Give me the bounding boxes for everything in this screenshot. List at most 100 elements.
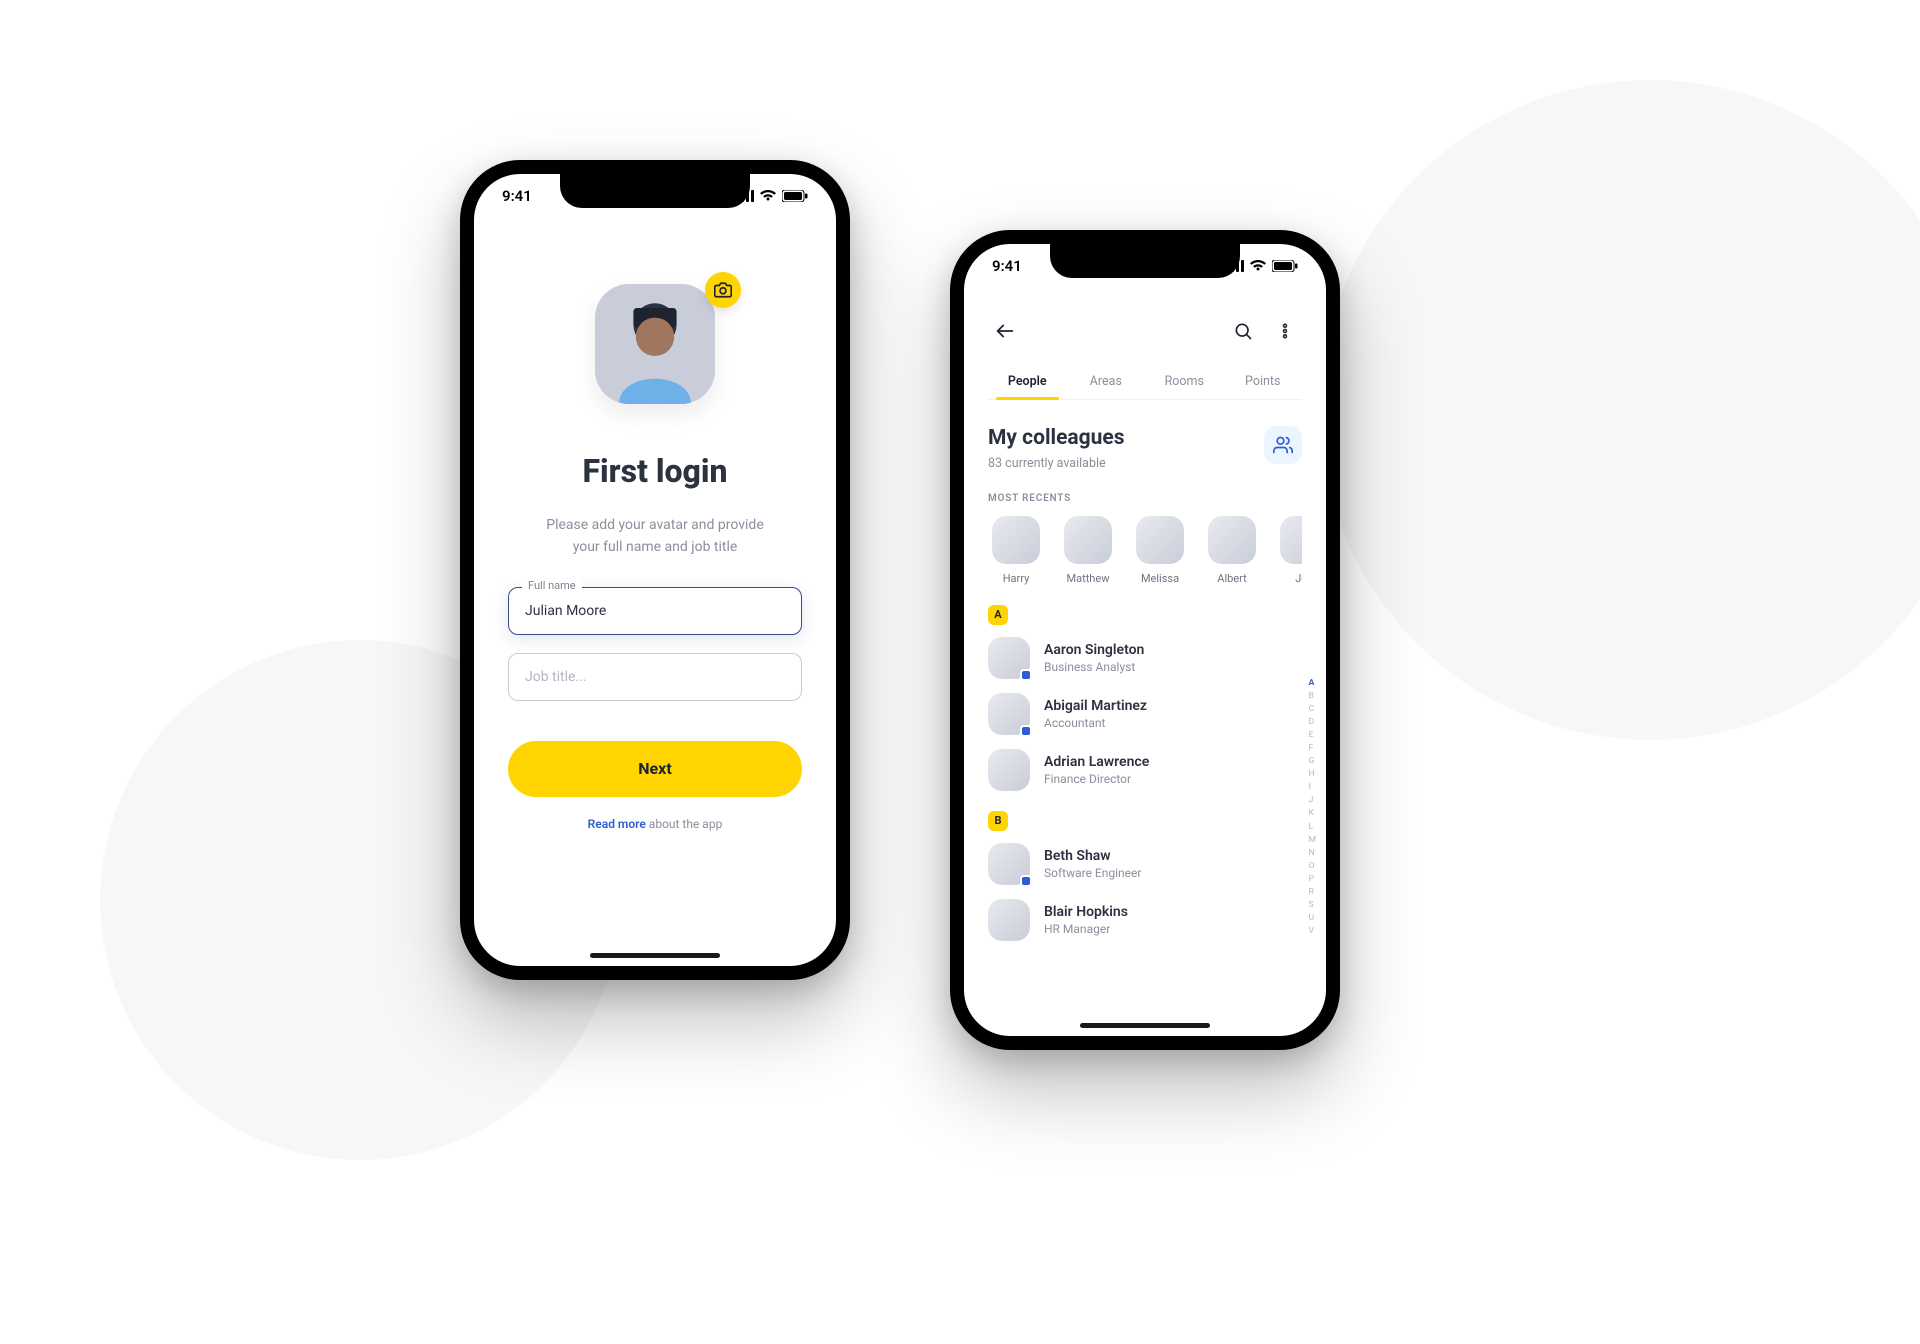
login-subtitle: Please add your avatar and provide your … bbox=[546, 514, 764, 559]
next-button[interactable]: Next bbox=[508, 741, 802, 797]
person-name: Adrian Lawrence bbox=[1044, 754, 1149, 770]
section-head: My colleagues 83 currently available bbox=[988, 426, 1302, 471]
avatar bbox=[988, 899, 1030, 941]
recent-item[interactable]: Harry bbox=[988, 516, 1044, 585]
az-letter[interactable]: E bbox=[1309, 730, 1316, 741]
search-button[interactable] bbox=[1226, 314, 1260, 348]
notch bbox=[560, 174, 750, 208]
avatar[interactable] bbox=[595, 284, 715, 404]
az-letter[interactable]: D bbox=[1309, 717, 1316, 728]
az-letter[interactable]: H bbox=[1309, 769, 1316, 780]
avatar-wrap bbox=[595, 284, 715, 404]
az-letter[interactable]: R bbox=[1309, 887, 1316, 898]
read-more-row: Read more about the app bbox=[588, 817, 723, 831]
az-letter[interactable]: F bbox=[1309, 743, 1316, 754]
read-more-link[interactable]: Read more bbox=[588, 817, 646, 831]
battery-icon bbox=[1272, 260, 1298, 272]
person-name: Abigail Martinez bbox=[1044, 698, 1147, 714]
az-letter[interactable]: P bbox=[1309, 874, 1316, 885]
camera-icon bbox=[714, 281, 732, 299]
recent-item[interactable]: Albert bbox=[1204, 516, 1260, 585]
az-letter[interactable]: J bbox=[1309, 795, 1316, 806]
avatar-placeholder-icon bbox=[595, 284, 715, 404]
search-icon bbox=[1233, 321, 1253, 341]
person-role: Finance Director bbox=[1044, 772, 1149, 786]
list-a: Aaron SingletonBusiness Analyst Abigail … bbox=[988, 637, 1302, 791]
status-time: 9:41 bbox=[992, 257, 1022, 275]
top-bar bbox=[988, 314, 1302, 348]
recent-item[interactable]: Jes bbox=[1276, 516, 1302, 585]
login-title: First login bbox=[582, 452, 727, 490]
tabs: People Areas Rooms Points bbox=[988, 364, 1302, 400]
person-name: Blair Hopkins bbox=[1044, 904, 1128, 920]
avatar bbox=[988, 843, 1030, 885]
recent-name: Albert bbox=[1217, 572, 1246, 585]
list-item[interactable]: Beth Shaw Software Engineer bbox=[988, 843, 1302, 885]
online-dot bbox=[1020, 669, 1032, 681]
full-name-field-wrap: Full name bbox=[508, 587, 802, 635]
az-letter[interactable]: U bbox=[1309, 913, 1316, 924]
avatar bbox=[988, 749, 1030, 791]
back-button[interactable] bbox=[988, 314, 1022, 348]
section-title: My colleagues bbox=[988, 426, 1125, 450]
tab-rooms[interactable]: Rooms bbox=[1145, 364, 1224, 399]
online-dot bbox=[1020, 875, 1032, 887]
full-name-input[interactable] bbox=[508, 587, 802, 635]
list-item[interactable]: Blair Hopkins HR Manager bbox=[988, 899, 1302, 941]
recent-name: Matthew bbox=[1067, 572, 1110, 585]
avatar bbox=[992, 516, 1040, 564]
az-letter[interactable]: C bbox=[1309, 704, 1316, 715]
section-subtitle: 83 currently available bbox=[988, 456, 1125, 471]
recent-item[interactable]: Matthew bbox=[1060, 516, 1116, 585]
az-letter[interactable]: N bbox=[1309, 848, 1316, 859]
avatar bbox=[1064, 516, 1112, 564]
online-dot bbox=[1020, 725, 1032, 737]
job-title-input[interactable] bbox=[508, 653, 802, 701]
az-index[interactable]: ABCDEFGHIJKLMNOPRSUV bbox=[1309, 678, 1316, 937]
phone-login: 9:41 bbox=[460, 160, 850, 980]
arrow-left-icon bbox=[994, 320, 1016, 342]
person-name: Beth Shaw bbox=[1044, 848, 1141, 864]
phone-colleagues: 9:41 bbox=[950, 230, 1340, 1050]
sliders-icon bbox=[1276, 321, 1294, 341]
tab-people[interactable]: People bbox=[988, 364, 1067, 399]
home-indicator bbox=[1080, 1023, 1210, 1028]
wifi-icon bbox=[760, 190, 776, 202]
status-time: 9:41 bbox=[502, 187, 532, 205]
az-letter[interactable]: V bbox=[1309, 926, 1316, 937]
az-letter[interactable]: L bbox=[1309, 822, 1316, 833]
avatar bbox=[1208, 516, 1256, 564]
recent-name: Harry bbox=[1003, 572, 1030, 585]
az-letter[interactable]: I bbox=[1309, 782, 1316, 793]
az-letter[interactable]: S bbox=[1309, 900, 1316, 911]
list-item[interactable]: Adrian Lawrence Finance Director bbox=[988, 749, 1302, 791]
section-letter: A bbox=[988, 605, 1008, 625]
person-role: Accountant bbox=[1044, 716, 1147, 730]
person-role: HR Manager bbox=[1044, 922, 1128, 936]
az-letter[interactable]: B bbox=[1309, 691, 1316, 702]
person-role: Software Engineer bbox=[1044, 866, 1141, 880]
bg-circle bbox=[1320, 80, 1920, 740]
avatar bbox=[1280, 516, 1302, 564]
people-icon bbox=[1273, 435, 1293, 455]
az-letter[interactable]: G bbox=[1309, 756, 1316, 767]
filter-button[interactable] bbox=[1268, 314, 1302, 348]
az-letter[interactable]: M bbox=[1309, 835, 1316, 846]
avatar bbox=[988, 693, 1030, 735]
full-name-label: Full name bbox=[522, 579, 582, 592]
recents-row: Harry Matthew Melissa Albert Jes bbox=[988, 516, 1302, 585]
group-button[interactable] bbox=[1264, 426, 1302, 464]
recent-item[interactable]: Melissa bbox=[1132, 516, 1188, 585]
tab-areas[interactable]: Areas bbox=[1067, 364, 1146, 399]
list-item[interactable]: Abigail Martinez Accountant bbox=[988, 693, 1302, 735]
list-item[interactable]: Aaron SingletonBusiness Analyst bbox=[988, 637, 1302, 679]
tab-points[interactable]: Points bbox=[1224, 364, 1303, 399]
az-letter[interactable]: O bbox=[1309, 861, 1316, 872]
section-letter: B bbox=[988, 811, 1008, 831]
az-letter[interactable]: K bbox=[1309, 808, 1316, 819]
list-b: Beth Shaw Software Engineer Blair Hopkins… bbox=[988, 843, 1302, 941]
read-more-rest: about the app bbox=[646, 817, 722, 831]
az-letter[interactable]: A bbox=[1309, 678, 1316, 689]
camera-button[interactable] bbox=[705, 272, 741, 308]
battery-icon bbox=[782, 190, 808, 202]
